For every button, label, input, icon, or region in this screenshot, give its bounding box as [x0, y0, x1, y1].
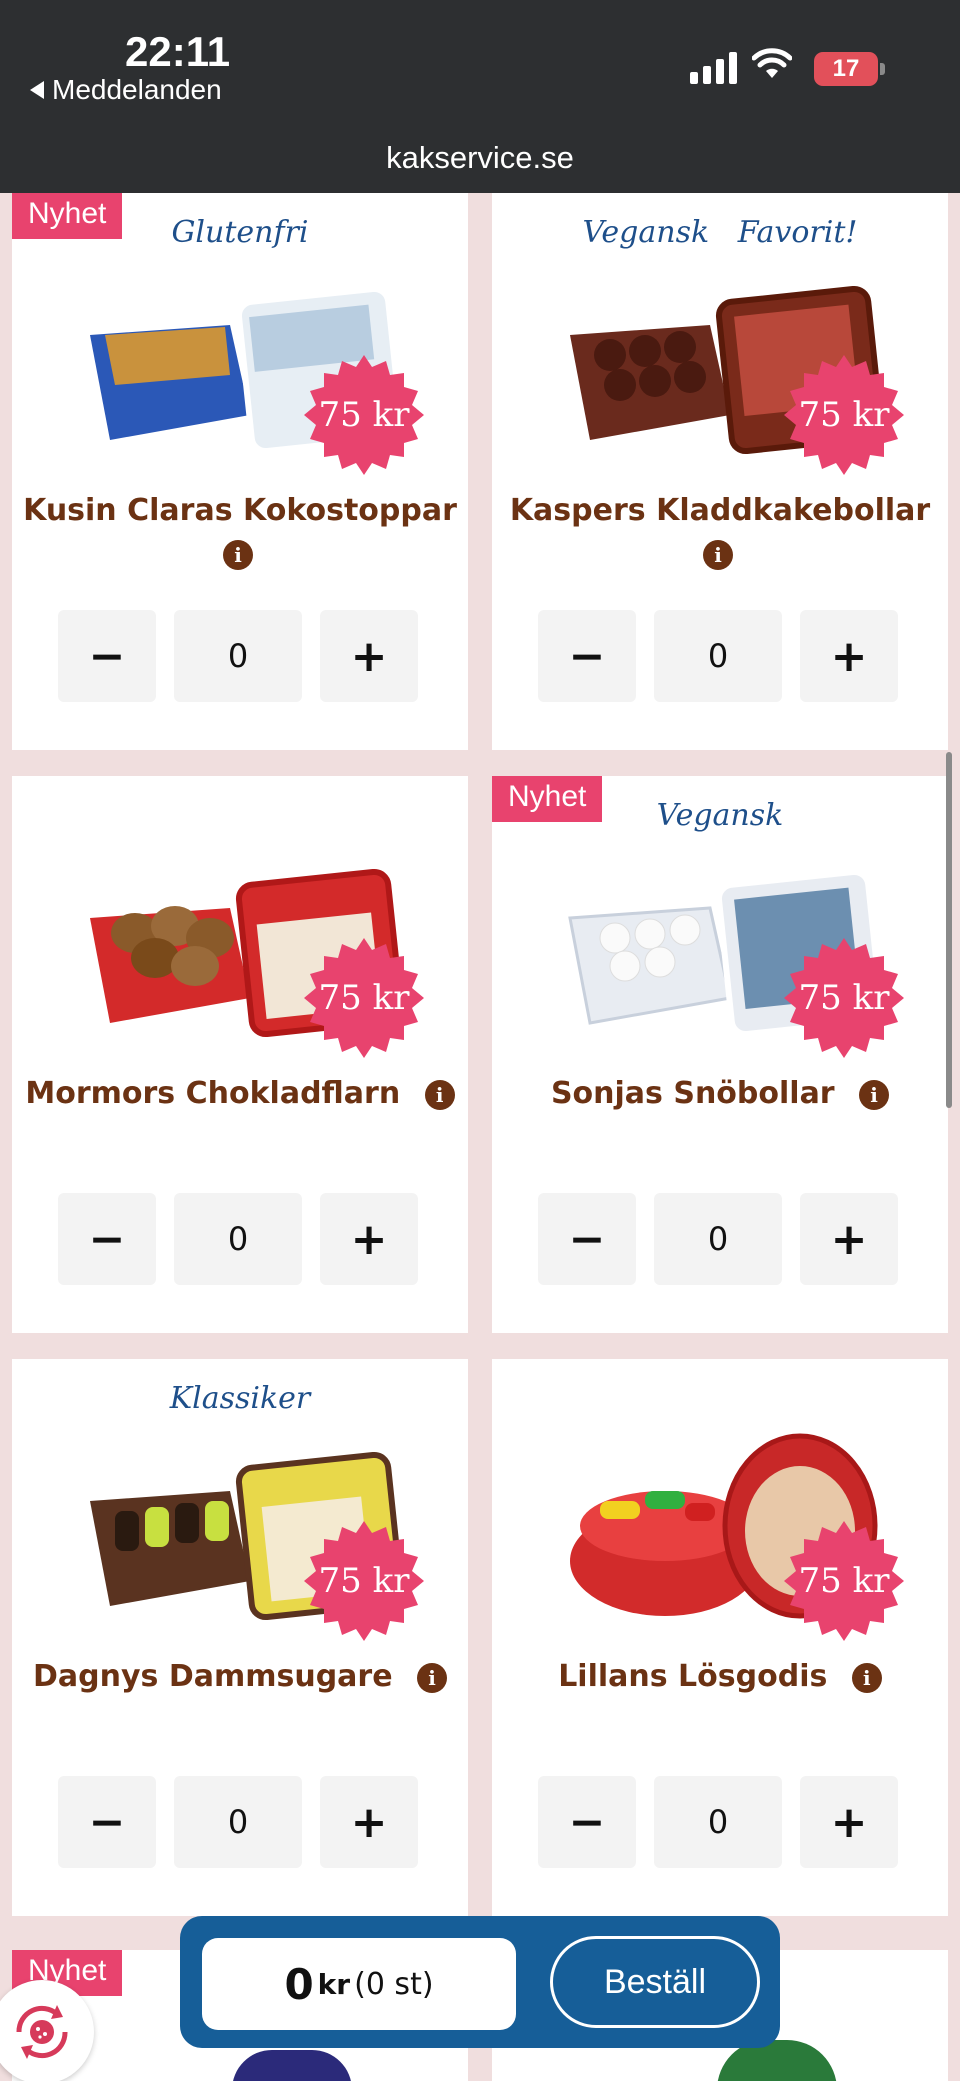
- info-icon[interactable]: i: [223, 540, 253, 570]
- cookie-refresh-icon: [16, 2005, 68, 2059]
- increase-button[interactable]: +: [320, 1193, 418, 1285]
- price-label: 75 kr: [798, 1561, 890, 1601]
- price-label: 75 kr: [798, 978, 890, 1018]
- decrease-button[interactable]: −: [538, 610, 636, 702]
- product-image-partial[interactable]: [232, 2050, 352, 2081]
- product-card: Klassiker 75 kr Dagnys Dammsugare i − 0 …: [12, 1359, 468, 1916]
- price-label: 75 kr: [318, 1561, 410, 1601]
- quantity-input[interactable]: 0: [174, 610, 302, 702]
- quantity-stepper: − 0 +: [538, 1193, 898, 1285]
- status-time: 22:11: [125, 28, 231, 75]
- price-label: 75 kr: [318, 395, 410, 435]
- price-label-wrap: 75 kr: [302, 353, 426, 477]
- decrease-button[interactable]: −: [58, 610, 156, 702]
- order-bar: 0 kr (0 st) Beställ: [180, 1916, 780, 2048]
- product-card: 75 kr Lillans Lösgodis i − 0 +: [492, 1359, 948, 1916]
- info-icon[interactable]: i: [859, 1079, 890, 1110]
- price-label-wrap: 75 kr: [782, 936, 906, 1060]
- order-button[interactable]: Beställ: [550, 1936, 760, 2028]
- scrollbar[interactable]: [946, 752, 952, 1108]
- increase-button[interactable]: +: [320, 610, 418, 702]
- product-name-row: Lillans Lösgodis i: [492, 1659, 948, 1694]
- back-label: Meddelanden: [52, 74, 222, 105]
- product-tagline: Vegansk: [656, 798, 784, 833]
- total-count: (0 st): [354, 1966, 434, 2002]
- back-triangle-icon: [30, 81, 44, 99]
- price-label-wrap: 75 kr: [302, 1519, 426, 1643]
- quantity-input[interactable]: 0: [654, 1776, 782, 1868]
- quantity-stepper: − 0 +: [58, 610, 418, 702]
- quantity-input[interactable]: 0: [174, 1193, 302, 1285]
- quantity-input[interactable]: 0: [654, 1193, 782, 1285]
- product-name-row: Sonjas Snöbollar i: [492, 1076, 948, 1111]
- quantity-input[interactable]: 0: [174, 1776, 302, 1868]
- status-bar: 22:11 Meddelanden 17 kakservice.se: [0, 0, 960, 193]
- total-amount: 0: [284, 1959, 314, 2009]
- product-tagline: Glutenfri: [171, 215, 309, 250]
- decrease-button[interactable]: −: [538, 1193, 636, 1285]
- product-name-row: Mormors Chokladflarn i: [12, 1076, 468, 1111]
- product-name: Dagnys Dammsugare: [32, 1659, 393, 1694]
- info-icon[interactable]: i: [424, 1079, 455, 1110]
- info-icon[interactable]: i: [851, 1662, 882, 1693]
- quantity-stepper: − 0 +: [538, 1776, 898, 1868]
- product-name: Kusin Claras Kokostoppar: [23, 493, 457, 528]
- wifi-icon: [752, 48, 792, 78]
- product-card: Vegansk Favorit! 75 kr Kaspers Kladdkake…: [492, 193, 948, 750]
- decrease-button[interactable]: −: [538, 1776, 636, 1868]
- battery-cap: [880, 63, 885, 75]
- url-bar[interactable]: kakservice.se: [0, 140, 960, 176]
- product-name: Mormors Chokladflarn: [25, 1076, 401, 1111]
- price-label-wrap: 75 kr: [782, 1519, 906, 1643]
- cart-total: 0 kr (0 st): [202, 1938, 516, 2030]
- info-icon[interactable]: i: [703, 540, 733, 570]
- price-label: 75 kr: [318, 978, 410, 1018]
- info-icon[interactable]: i: [417, 1662, 448, 1693]
- product-name: Sonjas Snöbollar: [550, 1076, 835, 1111]
- product-tagline: Klassiker: [169, 1381, 311, 1416]
- decrease-button[interactable]: −: [58, 1193, 156, 1285]
- product-name-row: Dagnys Dammsugare i: [12, 1659, 468, 1694]
- signal-icon: [690, 52, 737, 84]
- back-to-app-button[interactable]: Meddelanden: [30, 74, 222, 106]
- increase-button[interactable]: +: [800, 1776, 898, 1868]
- product-card: Nyhet Glutenfri 75 kr Kusin Claras Kokos…: [12, 193, 468, 750]
- product-card: Nyhet Vegansk 75 kr Sonjas Snöbollar i −…: [492, 776, 948, 1333]
- product-tagline: Vegansk Favorit!: [582, 215, 858, 250]
- product-card: 75 kr Mormors Chokladflarn i − 0 +: [12, 776, 468, 1333]
- battery-indicator: 17: [814, 52, 878, 86]
- product-name: Lillans Lösgodis: [558, 1659, 828, 1694]
- decrease-button[interactable]: −: [58, 1776, 156, 1868]
- total-unit: kr: [317, 1967, 351, 2001]
- increase-button[interactable]: +: [800, 1193, 898, 1285]
- price-label-wrap: 75 kr: [782, 353, 906, 477]
- increase-button[interactable]: +: [800, 610, 898, 702]
- quantity-input[interactable]: 0: [654, 610, 782, 702]
- product-name: Kaspers Kladdkakebollar: [509, 493, 931, 528]
- price-label: 75 kr: [798, 395, 890, 435]
- quantity-stepper: − 0 +: [538, 610, 898, 702]
- quantity-stepper: − 0 +: [58, 1776, 418, 1868]
- price-label-wrap: 75 kr: [302, 936, 426, 1060]
- increase-button[interactable]: +: [320, 1776, 418, 1868]
- quantity-stepper: − 0 +: [58, 1193, 418, 1285]
